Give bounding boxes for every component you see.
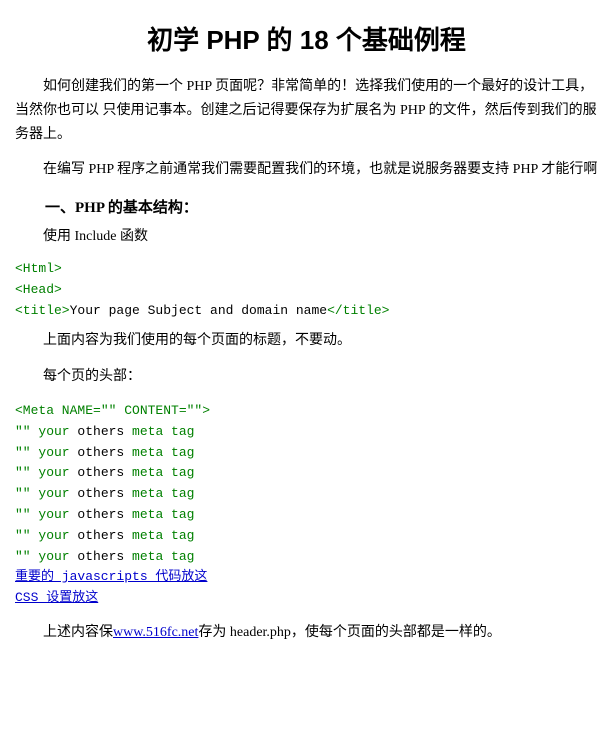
code-title-line: <title>Your page Subject and domain name… <box>15 301 598 322</box>
meta-quote-6: "" your <box>15 528 77 543</box>
meta-quote-3: "" your <box>15 465 77 480</box>
code-head-line: <Head> <box>15 280 598 301</box>
meta-quote-7: "" your <box>15 549 77 564</box>
code-block-meta: <Meta NAME="" CONTENT=""> "" your others… <box>15 401 598 609</box>
meta-line-3: "" your others meta tag <box>15 463 598 484</box>
meta-tag-5: meta tag <box>124 507 194 522</box>
meta-quote-4: "" your <box>15 486 77 501</box>
para5-part2: 存为 header.php，使每个页面的头部都是一样的。 <box>198 625 501 640</box>
code-title-content: Your page Subject and domain name <box>70 303 327 318</box>
code-block-html: <Html> <Head> <title>Your page Subject a… <box>15 259 598 321</box>
meta-line-2: "" your others meta tag <box>15 443 598 464</box>
page-title: 初学 PHP 的 18 个基础例程 <box>15 20 598 57</box>
meta-line-5: "" your others meta tag <box>15 505 598 526</box>
meta-quote-5: "" your <box>15 507 77 522</box>
meta-others-3: others <box>77 465 124 480</box>
meta-line-6: "" your others meta tag <box>15 526 598 547</box>
paragraph-5: 上述内容保www.516fc.net存为 header.php，使每个页面的头部… <box>15 621 598 645</box>
meta-tag-6: meta tag <box>124 528 194 543</box>
meta-others-6: others <box>77 528 124 543</box>
code-title-open: <title> <box>15 303 70 318</box>
meta-others-2: others <box>77 445 124 460</box>
meta-line-7: "" your others meta tag <box>15 547 598 568</box>
code-meta-line: <Meta NAME="" CONTENT=""> <box>15 401 598 422</box>
para5-link[interactable]: www.516fc.net <box>113 625 198 640</box>
meta-line-4: "" your others meta tag <box>15 484 598 505</box>
meta-others-4: others <box>77 486 124 501</box>
link-javascript[interactable]: 重要的 javascripts 代码放这 <box>15 567 598 588</box>
meta-tag-2: meta tag <box>124 445 194 460</box>
meta-tag-1: meta tag <box>124 424 194 439</box>
meta-others-1: others <box>77 424 124 439</box>
meta-quote-2: "" your <box>15 445 77 460</box>
paragraph-2: 在编写 PHP 程序之前通常我们需要配置我们的环境，也就是说服务器要支持 PHP… <box>15 158 598 182</box>
section-heading-1: 一、PHP 的基本结构： <box>45 196 598 217</box>
paragraph-4: 每个页的头部： <box>15 365 598 389</box>
meta-others-7: others <box>77 549 124 564</box>
code-title-close: </title> <box>327 303 389 318</box>
meta-tag-4: meta tag <box>124 486 194 501</box>
paragraph-3: 上面内容为我们使用的每个页面的标题，不要动。 <box>15 329 598 353</box>
meta-line-1: "" your others meta tag <box>15 422 598 443</box>
meta-tag-3: meta tag <box>124 465 194 480</box>
para5-part1: 上述内容保 <box>43 625 113 640</box>
include-text: 使用 Include 函数 <box>43 225 598 249</box>
meta-quote-1: "" your <box>15 424 77 439</box>
paragraph-1: 如何创建我们的第一个 PHP 页面呢？非常简单的！选择我们使用的一个最好的设计工… <box>15 75 598 146</box>
link-css[interactable]: CSS 设置放这 <box>15 588 598 609</box>
code-html-line: <Html> <box>15 259 598 280</box>
meta-tag-7: meta tag <box>124 549 194 564</box>
meta-others-5: others <box>77 507 124 522</box>
